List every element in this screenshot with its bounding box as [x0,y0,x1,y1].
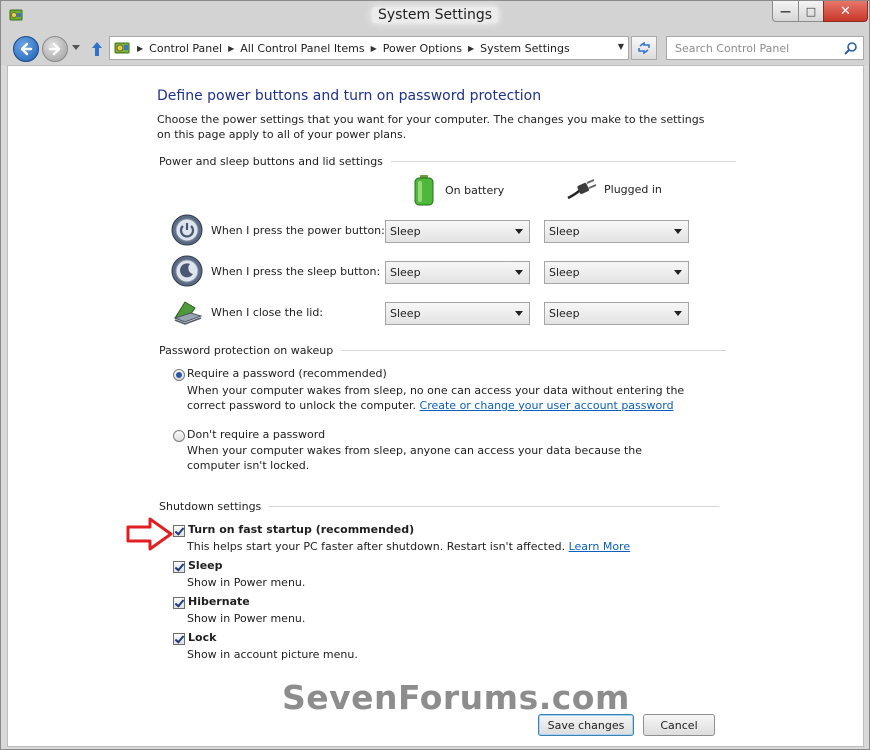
fast-startup-label[interactable]: Turn on fast startup (recommended) [188,523,414,536]
fast-startup-description: This helps start your PC faster after sh… [187,540,631,553]
close-button[interactable]: ✕ [823,1,868,22]
address-bar[interactable]: ▶ Control Panel ▶ All Control Panel Item… [109,36,629,60]
column-header-battery: On battery [413,174,504,206]
page-description: Choose the power settings that you want … [157,113,705,141]
hibernate-checkbox[interactable] [173,597,185,609]
hibernate-label[interactable]: Hibernate [188,595,250,608]
maximize-button[interactable]: □ [798,1,824,22]
save-changes-button[interactable]: Save changes [538,714,634,736]
lid-label: When I close the lid: [211,306,324,319]
cancel-button[interactable]: Cancel [643,714,715,736]
sleep-button-icon [171,255,203,287]
fast-startup-checkbox[interactable] [173,525,185,537]
sleep-button-label: When I press the sleep button: [211,265,381,278]
chevron-down-icon [674,229,682,234]
content-pane: Define power buttons and turn on passwor… [7,65,864,747]
section-header-shutdown: Shutdown settings [159,500,720,513]
chevron-down-icon [674,311,682,316]
section-divider [269,506,720,507]
learn-more-link[interactable]: Learn More [569,540,631,553]
lid-battery-select[interactable]: Sleep [385,302,530,325]
breadcrumb-system-settings[interactable]: System Settings [480,42,570,55]
sleep-button-plugged-select[interactable]: Sleep [544,261,689,284]
refresh-icon [638,42,650,54]
chevron-down-icon [515,229,523,234]
breadcrumb-separator-icon: ▶ [228,43,235,53]
power-button-icon [171,214,203,246]
column-header-plugged: Plugged in [566,178,662,200]
title-bar: System Settings — □ ✕ [1,1,869,32]
lock-description: Show in account picture menu. [187,648,358,661]
chevron-down-icon [515,270,523,275]
change-password-link[interactable]: Create or change your user account passw… [420,399,674,412]
breadcrumb-control-panel[interactable]: Control Panel [149,42,222,55]
refresh-button[interactable] [631,36,657,60]
require-password-description: When your computer wakes from sleep, no … [187,384,685,412]
watermark: SevenForums.com [282,678,630,717]
section-header-power-buttons: Power and sleep buttons and lid settings [159,155,736,168]
control-panel-icon [114,42,130,54]
section-divider [341,350,727,351]
sleep-button-battery-select[interactable]: Sleep [385,261,530,284]
dont-require-password-radio[interactable] [173,430,185,442]
section-divider [390,161,736,162]
back-button[interactable] [13,36,39,62]
recent-locations-button[interactable] [71,41,81,55]
search-icon[interactable] [844,41,858,55]
chevron-down-icon [72,45,80,50]
power-button-plugged-select[interactable]: Sleep [544,220,689,243]
power-button-label: When I press the power button: [211,224,385,237]
forward-arrow-icon [48,42,61,56]
dont-require-password-description: When your computer wakes from sleep, any… [187,444,643,472]
minimize-button[interactable]: — [772,1,799,22]
sleep-label[interactable]: Sleep [188,559,223,572]
require-password-radio[interactable] [173,369,185,381]
back-arrow-icon [20,42,33,56]
sleep-description: Show in Power menu. [187,576,306,589]
section-header-password: Password protection on wakeup [159,344,727,357]
search-input[interactable] [667,37,837,59]
chevron-down-icon [515,311,523,316]
breadcrumb-separator-icon: ▶ [137,43,144,53]
forward-button[interactable] [42,36,68,62]
address-dropdown-icon[interactable]: ▼ [618,42,624,51]
sleep-checkbox[interactable] [173,561,185,573]
window-title: System Settings [1,7,869,23]
page-title: Define power buttons and turn on passwor… [157,88,542,104]
laptop-lid-icon [173,301,203,325]
navigation-bar: ▶ Control Panel ▶ All Control Panel Item… [1,32,869,65]
window-frame: System Settings — □ ✕ ▶ Control Panel ▶ [0,0,870,750]
breadcrumb-separator-icon: ▶ [467,43,475,53]
breadcrumb-all-items[interactable]: All Control Panel Items [240,42,364,55]
require-password-label[interactable]: Require a password (recommended) [187,367,387,380]
red-arrow-annotation [126,517,173,551]
battery-icon [414,175,434,206]
hibernate-description: Show in Power menu. [187,612,306,625]
search-box[interactable] [666,36,864,60]
lock-checkbox[interactable] [173,633,185,645]
power-button-battery-select[interactable]: Sleep [385,220,530,243]
lid-plugged-select[interactable]: Sleep [544,302,689,325]
up-arrow-icon [92,42,102,56]
lock-label[interactable]: Lock [188,631,216,644]
power-plug-icon [567,179,597,200]
chevron-down-icon [674,270,682,275]
dont-require-password-label[interactable]: Don't require a password [187,428,325,441]
breadcrumb-power-options[interactable]: Power Options [383,42,462,55]
breadcrumb-separator-icon: ▶ [370,43,377,53]
up-button[interactable] [89,40,105,58]
